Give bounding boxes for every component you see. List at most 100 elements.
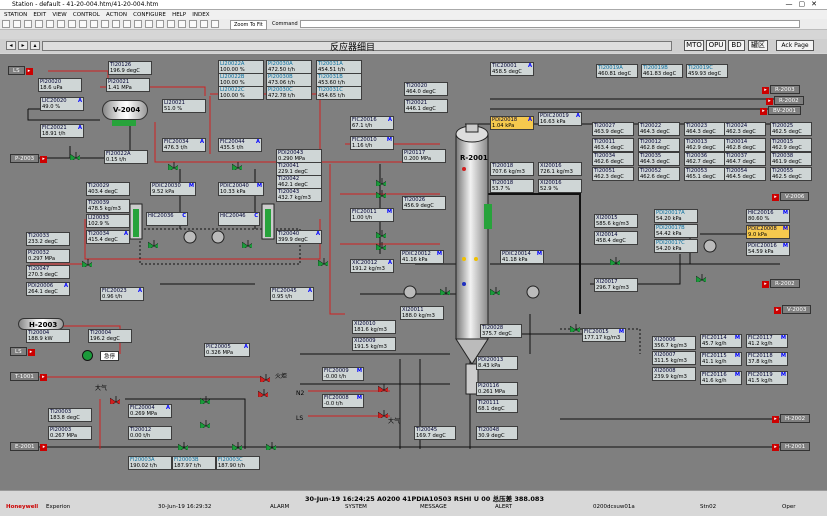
tank-area-button[interactable]: 罐区 (748, 40, 768, 51)
tag-li20022b[interactable]: LI20022B 100.00 % (218, 73, 264, 87)
control-valve-icon[interactable] (258, 389, 268, 397)
tag-li20033[interactable]: LI20033 102.9 % (86, 214, 130, 228)
tag-ti20012b[interactable]: TI20012 0.00 t/h (128, 426, 172, 440)
control-valve-icon[interactable] (376, 242, 386, 250)
tag-xi20016[interactable]: XI20016 726.1 kg/m3 (538, 162, 582, 176)
tag-pi20003[interactable]: PI20003 0.267 MPa (48, 426, 92, 440)
tag-fic20045[interactable]: FIC20045 0.95 t/h A (270, 287, 314, 301)
control-valve-icon[interactable] (260, 374, 270, 382)
connector-r2002[interactable]: R-2002 ▸ (766, 96, 804, 105)
alarm-summary-line[interactable]: 30-Jun-19 16:24:25 A0200 41PDIA10503 RSH… (305, 493, 544, 503)
tag-xi20016b[interactable]: XI20016 52.9 % (538, 179, 582, 193)
tag-pdi20006[interactable]: PDI20006 264.1 degC A (26, 282, 70, 296)
connector-ls1[interactable]: LS ▸ (8, 66, 33, 75)
tag-xi20010[interactable]: XI20010 181.6 kg/m3 (352, 320, 396, 334)
toolbar-button[interactable] (90, 20, 98, 28)
tag-ti20047[interactable]: TI20047 270.3 degC (26, 265, 70, 279)
tag-ti20023[interactable]: TI20023 464.3 degC (684, 122, 726, 136)
control-valve-icon[interactable] (376, 178, 386, 186)
tag-pdic20019[interactable]: PDIC20019 16.63 kPa A (538, 112, 582, 126)
control-valve-icon[interactable] (242, 240, 252, 248)
toolbar-button[interactable] (189, 20, 197, 28)
control-valve-icon[interactable] (110, 396, 120, 404)
tag-hic20036[interactable]: HIC20036 C (146, 212, 188, 226)
toolbar-button[interactable] (178, 20, 186, 28)
tag-hic20016[interactable]: HIC20016 80.60 % M (746, 209, 790, 223)
tag-pi20030a[interactable]: PI20030A 472.50 t/h (266, 60, 312, 74)
control-valve-icon[interactable] (168, 162, 178, 170)
tag-ti20039[interactable]: TI20039 478.5 kg/m3 (86, 199, 130, 213)
toolbar-button[interactable] (156, 20, 164, 28)
tag-pdi20018[interactable]: PDI20018 1.04 kPa A (490, 116, 534, 130)
tag-ti20004[interactable]: TI20004 188.9 kW (26, 329, 70, 343)
tag-ti20034[interactable]: TI20034 415.4 degC A (86, 230, 130, 244)
control-valve-icon[interactable] (490, 287, 500, 295)
tag-ti20022[interactable]: TI20022 464.3 degC (638, 122, 680, 136)
tag-hic20046[interactable]: HIC20046 C (218, 212, 260, 226)
connector-r2002b[interactable]: R-2002 ▸ (762, 279, 800, 288)
control-valve-icon[interactable] (376, 190, 386, 198)
connector-v2006[interactable]: V-2006 ▸ (772, 192, 810, 201)
control-valve-icon[interactable] (232, 162, 242, 170)
tag-ti20031a[interactable]: TI20031A 454.51 t/h (316, 60, 362, 74)
tag-ti20041[interactable]: TI20041 229.1 degC (276, 162, 322, 176)
control-valve-icon[interactable] (148, 240, 158, 248)
toolbar-button[interactable] (145, 20, 153, 28)
tag-tic20001[interactable]: TIC20001 458.5 degC A (490, 62, 534, 76)
tag-pdic20016[interactable]: PDIC20016 54.59 kPa M (746, 242, 790, 256)
tag-fic20023[interactable]: FIC20023 0.96 t/h A (100, 287, 144, 301)
tag-ti20045[interactable]: TI20045 169.7 degC (414, 426, 456, 440)
toolbar-button[interactable] (24, 20, 32, 28)
estop-indicator[interactable] (82, 350, 93, 361)
toolbar-button[interactable] (211, 20, 219, 28)
control-valve-icon[interactable] (200, 420, 210, 428)
vessel-v2004[interactable]: V-2004 (102, 100, 148, 120)
tag-pi20032[interactable]: PI20032 0.297 MPa (26, 249, 70, 263)
tag-pi20030c[interactable]: PI20030C 472.78 t/h (266, 86, 312, 100)
tag-pic20005[interactable]: PIC20005 0.326 MPa A (204, 343, 250, 357)
tag-pi20021[interactable]: PI20021 1.41 MPa (106, 78, 150, 92)
ack-page-button[interactable]: Ack Page (776, 40, 814, 51)
alarm-indicator[interactable]: ALARM (270, 504, 289, 510)
tag-pi20116[interactable]: PI20116 0.261 MPa (476, 382, 518, 396)
tag-ti20027[interactable]: TI20027 463.9 degC (592, 122, 634, 136)
control-valve-icon[interactable] (610, 257, 620, 265)
control-valve-icon[interactable] (376, 230, 386, 238)
tag-fic20015[interactable]: FIC20015 177.17 kg/m3 M (582, 328, 626, 342)
tag-xi20009[interactable]: XI20009 191.5 kg/m3 (352, 337, 396, 351)
window-controls[interactable]: —▢✕ (786, 0, 823, 8)
tag-li20021[interactable]: LI20021 51.0 % (162, 99, 206, 113)
tag-pdi20017c[interactable]: PDI20017C 54.20 kPa (654, 239, 698, 253)
tag-ti20043[interactable]: TI20043 432.7 kg/m3 (276, 188, 322, 202)
toolbar-button[interactable] (68, 20, 76, 28)
tag-ti20051[interactable]: TI20051 462.3 degC (592, 167, 634, 181)
tag-ti20019a[interactable]: TI20019A 460.81 degC (596, 64, 638, 78)
tag-ti20042[interactable]: TI20042 462.1 degC (276, 175, 322, 189)
message-indicator[interactable]: MESSAGE (420, 504, 447, 510)
tag-xi20008[interactable]: XI20008 239.9 kg/m3 (652, 367, 696, 381)
tag-ti20025[interactable]: TI20025 462.5 degC (770, 122, 812, 136)
tag-xi20015[interactable]: XI20015 585.6 kg/m3 (594, 214, 638, 228)
alert-indicator[interactable]: ALERT (495, 504, 512, 510)
tag-fi20022a[interactable]: FI20022A 0.15 t/h (104, 150, 148, 164)
nav-forward-button[interactable]: ▸ (18, 41, 28, 50)
system-indicator[interactable]: SYSTEM (345, 504, 367, 510)
tag-fic20116[interactable]: FIC20116 41.6 kg/h M (700, 371, 742, 385)
tag-ti20031b[interactable]: TI20031B 453.60 t/h (316, 73, 362, 87)
tag-fic20114[interactable]: FIC20114 45.7 kg/h M (700, 334, 742, 348)
toolbar-button[interactable] (46, 20, 54, 28)
tag-pdic20014[interactable]: PDIC20014 41.18 kPa M (500, 250, 544, 264)
tag-fic20009[interactable]: FIC20009 -0.00 t/h M (322, 367, 364, 381)
tag-pdi20017b[interactable]: PDI20017B 54.42 kPa (654, 224, 698, 238)
tag-ti20037[interactable]: TI20037 464.7 degC (724, 152, 766, 166)
tag-fic20011[interactable]: FIC20011 1.00 t/h M (350, 208, 394, 222)
tag-ti20126[interactable]: TI20126 196.9 degC (108, 61, 152, 75)
tag-pdic20040[interactable]: PDIC20040 10.33 kPa M (218, 182, 264, 196)
tag-ti20040[interactable]: TI20040 399.9 degC A (276, 230, 322, 244)
tag-ti20029[interactable]: TI20029 403.4 degC (86, 182, 130, 196)
tag-ti20048[interactable]: TI20048 30.9 degC (476, 426, 518, 440)
connector-bv2001[interactable]: BV-2001 ▸ (760, 106, 802, 115)
tag-ti20054[interactable]: TI20054 464.5 degC (724, 167, 766, 181)
control-valve-icon[interactable] (232, 442, 242, 450)
nav-back-button[interactable]: ◂ (6, 41, 16, 50)
